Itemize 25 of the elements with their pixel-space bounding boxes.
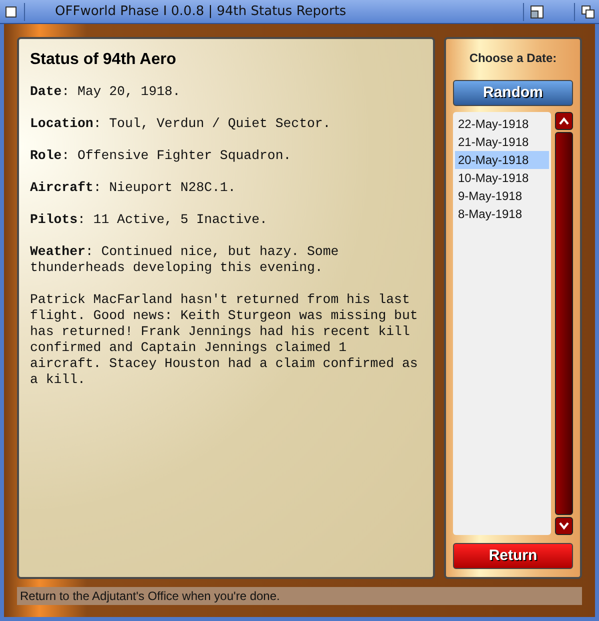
scroll-down-button[interactable] <box>555 517 573 535</box>
choose-date-label: Choose a Date: <box>468 50 558 67</box>
window-menu-icon[interactable] <box>4 4 18 18</box>
status-bar: Return to the Adjutant's Office when you're done. <box>17 587 582 605</box>
scroll-up-button[interactable] <box>555 112 573 130</box>
date-item[interactable]: 22-May-1918 <box>455 115 549 133</box>
report-paragraph: Patrick MacFarland hasn't returned from his last flight. Good news: Keith Sturgeon was missing but has returned! Frank Jennings had his recent kill confirmed and Captain Jennings claimed 1 aircraft. Stacey Houston had a claim confirmed as a kill. <box>30 292 419 388</box>
report-paragraph: Pilots: 11 Active, 5 Inactive. <box>30 212 268 228</box>
window-title: OFFworld Phase I 0.0.8 | 94th Status Reports <box>55 2 346 21</box>
date-item[interactable]: 10-May-1918 <box>455 169 549 187</box>
return-button[interactable]: Return <box>453 543 573 569</box>
resize-icon[interactable] <box>530 4 544 18</box>
date-item[interactable]: 21-May-1918 <box>455 133 549 151</box>
scrollbar-track[interactable] <box>555 132 573 515</box>
date-item[interactable]: 20-May-1918 <box>455 151 549 169</box>
report-paragraph: Date: May 20, 1918. <box>30 84 182 100</box>
report-paragraph: Aircraft: Nieuport N28C.1. <box>30 180 237 196</box>
date-item[interactable]: 9-May-1918 <box>455 187 549 205</box>
report-paragraph: Role: Offensive Fighter Squadron. <box>30 148 292 164</box>
random-button[interactable]: Random <box>453 80 573 106</box>
depth-icon[interactable] <box>581 4 595 18</box>
report-heading: Status of 94th Aero <box>30 50 178 70</box>
report-paragraph: Weather: Continued nice, but hazy. Some thunderheads developing this evening. <box>30 244 340 276</box>
date-item[interactable]: 8-May-1918 <box>455 205 549 223</box>
report-paragraph: Location: Toul, Verdun / Quiet Sector. <box>30 116 332 132</box>
